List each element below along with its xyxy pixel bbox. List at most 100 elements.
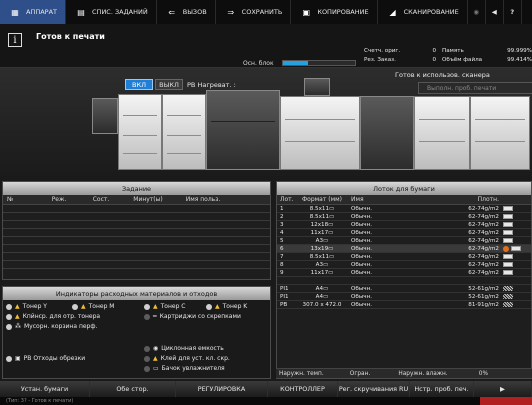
table-row[interactable] <box>3 237 270 245</box>
counters: Счетч. ориг. 0 Память 99.999% Рез. Заказ… <box>364 46 532 64</box>
tray-paper-name: Обычн. <box>351 269 373 276</box>
machine-unit-main-body[interactable] <box>206 90 280 170</box>
tray-row[interactable]: 9 11x17▭ Обычн. 62-74g/m2 <box>277 269 531 277</box>
machine-unit-paper-feeder[interactable] <box>118 94 162 170</box>
tray-rows: 1 8.5x11▭ Обычн. 62-74g/m2 2 8.5x11▭ Обычн. 62-… <box>277 205 531 309</box>
scan-icon: ◢ <box>389 7 396 17</box>
waste-toner-icon: ▲ <box>15 313 20 320</box>
tray-number: 6 <box>280 245 284 252</box>
tray-row[interactable]: PI1 A4▭ Обычн. 52-61g/m2 <box>277 285 531 293</box>
heater-on-button[interactable]: ВКЛ <box>125 79 153 90</box>
tray-row[interactable]: 8 A3▭ Обычн. 62-74g/m2 <box>277 261 531 269</box>
toner-k-indicator[interactable]: ▲ Тонер K <box>206 303 247 310</box>
paper-swatch-icon <box>503 206 513 211</box>
curl-adjust-button[interactable]: Рег. скручивания RU <box>338 381 410 397</box>
toner-c-indicator[interactable]: ▲ Тонер C <box>144 303 185 310</box>
tray-row[interactable]: 3 12x18▭ Обычн. 62-74g/m2 <box>277 221 531 229</box>
tray-row[interactable]: 1 8.5x11▭ Обычн. 62-74g/m2 <box>277 205 531 213</box>
tray-row[interactable]: PB 307.0 x 472.0 Обычн. 81-91g/m2 <box>277 301 531 309</box>
tray-paper-name: Обычн. <box>351 237 373 244</box>
table-row[interactable] <box>3 213 270 221</box>
next-page-button[interactable]: ▶ <box>474 381 532 397</box>
tab-scan[interactable]: ◢ СКАНИРОВАНИЕ <box>378 0 468 24</box>
help-button[interactable]: ? <box>504 0 522 24</box>
volume-button[interactable]: ◀ <box>486 0 504 24</box>
tray-row[interactable]: 6 13x19▭ Обычн. 62-74g/m2 <box>277 245 531 253</box>
machine-unit-printer[interactable] <box>280 96 360 170</box>
indicator-label: Кпйнср. для отр. тонера <box>22 313 101 320</box>
punch-waste-indicator[interactable]: ⁂ Мусорн. корзина перф. <box>6 323 97 330</box>
tray-format: 12x18▭ <box>310 221 334 228</box>
tray-row[interactable]: 4 11x17▭ Обычн. 62-74g/m2 <box>277 229 531 237</box>
tray-weight: 81-91g/m2 <box>468 301 499 308</box>
table-row[interactable] <box>3 261 270 269</box>
machine-unit-tray[interactable] <box>92 98 118 134</box>
list-icon: ▤ <box>77 7 85 17</box>
staple-cartridge-indicator[interactable]: ━ Картриджи со скрепками <box>144 313 241 320</box>
humidifier-tank-indicator[interactable]: ▭ Бачок увлажнителя <box>144 365 225 372</box>
machine-unit-finisher[interactable] <box>360 96 414 170</box>
tray-status-mark <box>503 302 531 307</box>
cyclone-container-indicator[interactable]: ◉ Циклонная емкость <box>144 345 224 352</box>
duplex-button[interactable]: Обе стор. <box>90 381 176 397</box>
toner-y-indicator[interactable]: ▲ Тонер Y <box>6 303 47 310</box>
tab-recall[interactable]: ⇐ ВЫЗОВ <box>157 0 216 24</box>
tab-label: СОХРАНИТЬ <box>241 8 283 16</box>
tray-number: 1 <box>280 205 284 212</box>
tab-copy[interactable]: ▣ КОПИРОВАНИЕ <box>291 0 378 24</box>
counter-row: Счетч. ориг. 0 Память 99.999% <box>364 46 532 55</box>
controller-button[interactable]: КОНТРОЛЛЕР <box>268 381 338 397</box>
waste-toner-indicator[interactable]: ▲ Кпйнср. для отр. тонера <box>6 313 100 320</box>
tray-row[interactable] <box>277 277 531 285</box>
tray-weight: 62-74g/m2 <box>468 269 499 276</box>
info-icon: i <box>8 33 22 47</box>
table-row[interactable] <box>3 229 270 237</box>
tray-format: 11x17▭ <box>310 229 334 236</box>
adjustment-button[interactable]: РЕГУЛИРОВКА <box>176 381 268 397</box>
table-row[interactable] <box>3 221 270 229</box>
machine-unit-stacker[interactable] <box>414 96 470 170</box>
toner-m-indicator[interactable]: ▲ Тонер M <box>72 303 114 310</box>
table-row[interactable] <box>3 245 270 253</box>
status-dot-icon <box>206 303 212 310</box>
tray-row[interactable]: PI1 A4▭ Обычн. 52-61g/m2 <box>277 293 531 301</box>
tab-machine[interactable]: ▦ АППАРАТ <box>0 0 67 24</box>
tab-job-list[interactable]: ▤ СПИС. ЗАДАНИЙ <box>66 0 157 24</box>
machine-unit-scanner[interactable] <box>304 78 330 96</box>
tray-paper-name: Обычн. <box>351 253 373 260</box>
tray-row[interactable]: 2 8.5x11▭ Обычн. 62-74g/m2 <box>277 213 531 221</box>
table-row[interactable] <box>3 205 270 213</box>
tray-paper-name: Обычн. <box>351 261 373 268</box>
tray-number: 5 <box>280 237 284 244</box>
tray-row[interactable]: 5 A3▭ Обычн. 62-74g/m2 <box>277 237 531 245</box>
globe-button[interactable]: ◉ <box>468 0 486 24</box>
indicator-label: Картриджи со скрепками <box>159 313 241 320</box>
tray-number: 2 <box>280 213 284 220</box>
paper-swatch-icon <box>503 254 513 259</box>
scanner-ready-text: Готов к использов. сканера <box>395 71 490 79</box>
punch-icon: ⁂ <box>15 323 21 330</box>
tab-label: КОПИРОВАНИЕ <box>317 8 369 16</box>
tab-save[interactable]: ⇒ СОХРАНИТЬ <box>216 0 292 24</box>
arrow-right-icon: ▶ <box>500 385 505 393</box>
sample-print-settings-button[interactable]: Нстр. проб. печ. <box>410 381 474 397</box>
tab-label: СПИС. ЗАДАНИЙ <box>92 8 148 16</box>
main-unit-progress-fill <box>283 61 309 65</box>
indicator-label: Циклонная емкость <box>161 345 224 352</box>
toner-icon: ▲ <box>81 303 86 310</box>
trim-waste-indicator[interactable]: ▣ РВ Отходы обрезки <box>6 355 85 362</box>
table-row[interactable] <box>3 253 270 261</box>
column-header: Реж. <box>51 196 67 203</box>
tray-format: A3▭ <box>315 237 329 244</box>
heater-off-button[interactable]: ВЫКЛ <box>155 79 183 90</box>
sample-print-button[interactable]: Выполн. проб. печати <box>418 82 532 94</box>
machine-unit-output[interactable] <box>470 96 530 170</box>
paper-swatch-icon <box>503 238 513 243</box>
glue-indicator[interactable]: ▲ Клей для уст. кл. скр. <box>144 355 230 362</box>
machine-unit-feeder-2[interactable] <box>162 94 206 170</box>
paper-setting-button[interactable]: Устан. бумаги <box>0 381 90 397</box>
footer-status: (Тип: 3? - Готов к печати) <box>0 397 532 405</box>
tray-row[interactable]: 7 8.5x11▭ Обычн. 62-74g/m2 <box>277 253 531 261</box>
tray-number: PB <box>280 301 288 308</box>
tray-weight: 62-74g/m2 <box>468 221 499 228</box>
